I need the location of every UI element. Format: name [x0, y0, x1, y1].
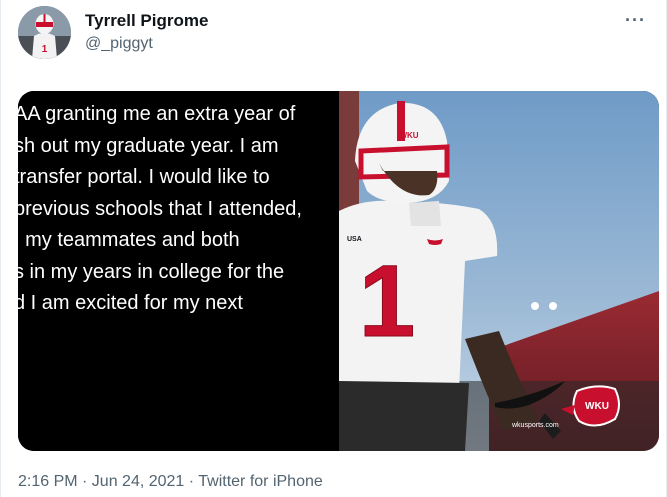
- notes-line: AA granting me an extra year of: [18, 103, 296, 125]
- media-image-notes[interactable]: AA granting me an extra year of sh out m…: [18, 91, 336, 451]
- media-image-player[interactable]: 1 USA WKU WKU: [339, 91, 659, 451]
- notes-line: sh out my graduate year. I am: [18, 134, 279, 157]
- photo-watermark: wkusports.com: [512, 422, 559, 429]
- avatar[interactable]: 1: [18, 6, 71, 59]
- notes-line: s in my years in college for the: [18, 260, 285, 283]
- more-horizontal-icon[interactable]: ···: [625, 10, 646, 31]
- tweet-timestamp[interactable]: 2:16 PM · Jun 24, 2021 · Twitter for iPh…: [18, 473, 323, 491]
- svg-text:WKU: WKU: [585, 401, 609, 412]
- player-photo: 1 USA WKU WKU: [339, 91, 659, 451]
- sleeve-logo: USA: [347, 236, 362, 243]
- svg-text:1: 1: [359, 244, 416, 358]
- tweet-media[interactable]: AA granting me an extra year of sh out m…: [18, 91, 659, 451]
- user-handle[interactable]: @_piggyt: [85, 35, 153, 53]
- svg-text:1: 1: [42, 44, 48, 55]
- notes-line: transfer portal. I would like to: [18, 166, 270, 188]
- helmet-logo: WKU: [399, 131, 418, 140]
- user-display-name[interactable]: Tyrrell Pigrome: [85, 11, 208, 31]
- notes-line: previous schools that I attended,: [18, 197, 302, 220]
- notes-line: , my teammates and both: [18, 229, 240, 251]
- notes-screenshot-text: AA granting me an extra year of sh out m…: [18, 99, 302, 320]
- notes-line: d I am excited for my next: [18, 292, 243, 314]
- tweet-card: 1 Tyrrell Pigrome @_piggyt ··· AA granti…: [0, 0, 667, 497]
